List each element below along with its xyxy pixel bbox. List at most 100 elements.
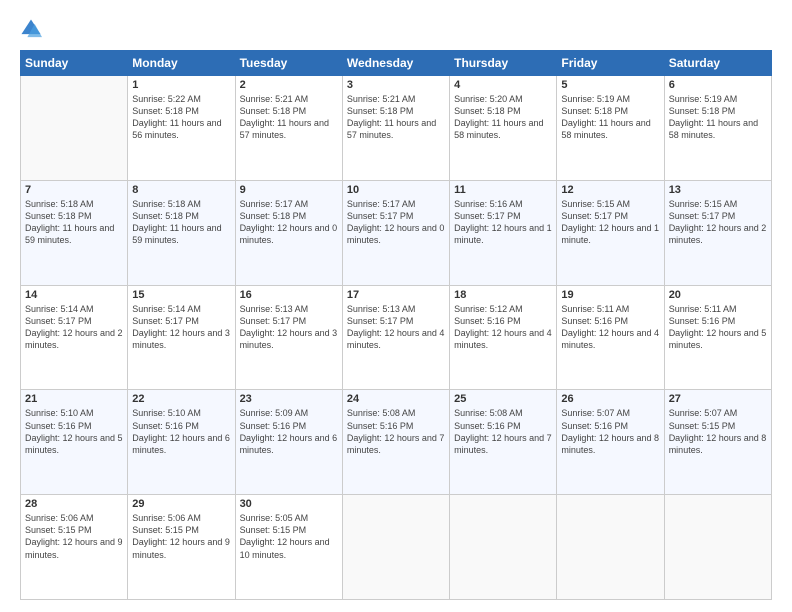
cell-info: Sunrise: 5:21 AMSunset: 5:18 PMDaylight:… [347, 93, 445, 142]
calendar-cell: 24 Sunrise: 5:08 AMSunset: 5:16 PMDayligh… [342, 390, 449, 495]
cell-info: Sunrise: 5:15 AMSunset: 5:17 PMDaylight:… [561, 198, 659, 247]
cell-info: Sunrise: 5:11 AMSunset: 5:16 PMDaylight:… [669, 303, 767, 352]
day-header-wednesday: Wednesday [342, 51, 449, 76]
calendar-week-row: 21 Sunrise: 5:10 AMSunset: 5:16 PMDayligh… [21, 390, 772, 495]
cell-info: Sunrise: 5:13 AMSunset: 5:17 PMDaylight:… [240, 303, 338, 352]
calendar-cell: 16 Sunrise: 5:13 AMSunset: 5:17 PMDayligh… [235, 285, 342, 390]
logo-icon [20, 18, 42, 40]
day-number: 9 [240, 184, 338, 196]
calendar-cell: 5 Sunrise: 5:19 AMSunset: 5:18 PMDaylight… [557, 76, 664, 181]
cell-info: Sunrise: 5:22 AMSunset: 5:18 PMDaylight:… [132, 93, 230, 142]
day-number: 23 [240, 393, 338, 405]
day-number: 21 [25, 393, 123, 405]
calendar-table: SundayMondayTuesdayWednesdayThursdayFrid… [20, 50, 772, 600]
day-number: 24 [347, 393, 445, 405]
cell-info: Sunrise: 5:18 AMSunset: 5:18 PMDaylight:… [25, 198, 123, 247]
cell-info: Sunrise: 5:07 AMSunset: 5:15 PMDaylight:… [669, 407, 767, 456]
cell-info: Sunrise: 5:19 AMSunset: 5:18 PMDaylight:… [561, 93, 659, 142]
cell-info: Sunrise: 5:11 AMSunset: 5:16 PMDaylight:… [561, 303, 659, 352]
cell-info: Sunrise: 5:16 AMSunset: 5:17 PMDaylight:… [454, 198, 552, 247]
calendar-cell: 3 Sunrise: 5:21 AMSunset: 5:18 PMDaylight… [342, 76, 449, 181]
day-number: 8 [132, 184, 230, 196]
calendar-cell: 15 Sunrise: 5:14 AMSunset: 5:17 PMDayligh… [128, 285, 235, 390]
day-number: 30 [240, 498, 338, 510]
calendar-cell: 8 Sunrise: 5:18 AMSunset: 5:18 PMDaylight… [128, 180, 235, 285]
day-header-sunday: Sunday [21, 51, 128, 76]
cell-info: Sunrise: 5:08 AMSunset: 5:16 PMDaylight:… [347, 407, 445, 456]
logo [20, 18, 46, 40]
calendar-cell: 18Sunrise: 5:12 AMSunset: 5:16 PMDayligh… [450, 285, 557, 390]
day-number: 25 [454, 393, 552, 405]
calendar-cell: 17Sunrise: 5:13 AMSunset: 5:17 PMDayligh… [342, 285, 449, 390]
calendar-cell: 10 Sunrise: 5:17 AMSunset: 5:17 PMDayligh… [342, 180, 449, 285]
cell-info: Sunrise: 5:19 AMSunset: 5:18 PMDaylight:… [669, 93, 767, 142]
day-number: 19 [561, 289, 659, 301]
day-number: 6 [669, 79, 767, 91]
cell-info: Sunrise: 5:14 AMSunset: 5:17 PMDaylight:… [132, 303, 230, 352]
cell-info: Sunrise: 5:10 AMSunset: 5:16 PMDaylight:… [25, 407, 123, 456]
calendar-cell: 28 Sunrise: 5:06 AMSunset: 5:15 PMDayligh… [21, 495, 128, 600]
calendar-cell: 19 Sunrise: 5:11 AMSunset: 5:16 PMDayligh… [557, 285, 664, 390]
cell-info: Sunrise: 5:09 AMSunset: 5:16 PMDaylight:… [240, 407, 338, 456]
cell-info: Sunrise: 5:07 AMSunset: 5:16 PMDaylight:… [561, 407, 659, 456]
cell-info: Sunrise: 5:15 AMSunset: 5:17 PMDaylight:… [669, 198, 767, 247]
calendar-cell: 26 Sunrise: 5:07 AMSunset: 5:16 PMDayligh… [557, 390, 664, 495]
day-number: 5 [561, 79, 659, 91]
calendar-cell: 29 Sunrise: 5:06 AMSunset: 5:15 PMDayligh… [128, 495, 235, 600]
cell-info: Sunrise: 5:18 AMSunset: 5:18 PMDaylight:… [132, 198, 230, 247]
cell-info: Sunrise: 5:17 AMSunset: 5:18 PMDaylight:… [240, 198, 338, 247]
cell-info: Sunrise: 5:14 AMSunset: 5:17 PMDaylight:… [25, 303, 123, 352]
calendar-week-row: 1 Sunrise: 5:22 AMSunset: 5:18 PMDaylight… [21, 76, 772, 181]
cell-info: Sunrise: 5:05 AMSunset: 5:15 PMDaylight:… [240, 512, 338, 561]
day-number: 11 [454, 184, 552, 196]
cell-info: Sunrise: 5:13 AMSunset: 5:17 PMDaylight:… [347, 303, 445, 352]
calendar-cell: 9 Sunrise: 5:17 AMSunset: 5:18 PMDaylight… [235, 180, 342, 285]
calendar-cell [342, 495, 449, 600]
calendar-week-row: 28 Sunrise: 5:06 AMSunset: 5:15 PMDayligh… [21, 495, 772, 600]
calendar-header-row: SundayMondayTuesdayWednesdayThursdayFrid… [21, 51, 772, 76]
day-header-tuesday: Tuesday [235, 51, 342, 76]
header [20, 18, 772, 40]
day-number: 2 [240, 79, 338, 91]
calendar-cell: 13 Sunrise: 5:15 AMSunset: 5:17 PMDayligh… [664, 180, 771, 285]
calendar-week-row: 14Sunrise: 5:14 AMSunset: 5:17 PMDayligh… [21, 285, 772, 390]
day-number: 26 [561, 393, 659, 405]
day-number: 13 [669, 184, 767, 196]
day-number: 27 [669, 393, 767, 405]
cell-info: Sunrise: 5:06 AMSunset: 5:15 PMDaylight:… [132, 512, 230, 561]
calendar-cell: 2 Sunrise: 5:21 AMSunset: 5:18 PMDaylight… [235, 76, 342, 181]
page: SundayMondayTuesdayWednesdayThursdayFrid… [0, 0, 792, 612]
day-header-monday: Monday [128, 51, 235, 76]
cell-info: Sunrise: 5:17 AMSunset: 5:17 PMDaylight:… [347, 198, 445, 247]
day-number: 16 [240, 289, 338, 301]
day-number: 1 [132, 79, 230, 91]
day-number: 22 [132, 393, 230, 405]
calendar-cell: 6 Sunrise: 5:19 AMSunset: 5:18 PMDaylight… [664, 76, 771, 181]
calendar-cell: 11 Sunrise: 5:16 AMSunset: 5:17 PMDayligh… [450, 180, 557, 285]
day-number: 15 [132, 289, 230, 301]
calendar-week-row: 7 Sunrise: 5:18 AMSunset: 5:18 PMDaylight… [21, 180, 772, 285]
day-header-friday: Friday [557, 51, 664, 76]
calendar-cell [21, 76, 128, 181]
day-header-thursday: Thursday [450, 51, 557, 76]
cell-info: Sunrise: 5:06 AMSunset: 5:15 PMDaylight:… [25, 512, 123, 561]
cell-info: Sunrise: 5:10 AMSunset: 5:16 PMDaylight:… [132, 407, 230, 456]
day-number: 7 [25, 184, 123, 196]
calendar-cell: 20Sunrise: 5:11 AMSunset: 5:16 PMDayligh… [664, 285, 771, 390]
calendar-cell: 14Sunrise: 5:14 AMSunset: 5:17 PMDayligh… [21, 285, 128, 390]
calendar-cell: 27 Sunrise: 5:07 AMSunset: 5:15 PMDayligh… [664, 390, 771, 495]
day-number: 3 [347, 79, 445, 91]
day-number: 10 [347, 184, 445, 196]
cell-info: Sunrise: 5:12 AMSunset: 5:16 PMDaylight:… [454, 303, 552, 352]
calendar-cell: 7 Sunrise: 5:18 AMSunset: 5:18 PMDaylight… [21, 180, 128, 285]
cell-info: Sunrise: 5:21 AMSunset: 5:18 PMDaylight:… [240, 93, 338, 142]
day-number: 28 [25, 498, 123, 510]
calendar-cell: 21 Sunrise: 5:10 AMSunset: 5:16 PMDayligh… [21, 390, 128, 495]
calendar-cell [557, 495, 664, 600]
cell-info: Sunrise: 5:08 AMSunset: 5:16 PMDaylight:… [454, 407, 552, 456]
day-number: 29 [132, 498, 230, 510]
calendar-cell: 25 Sunrise: 5:08 AMSunset: 5:16 PMDayligh… [450, 390, 557, 495]
calendar-cell: 30 Sunrise: 5:05 AMSunset: 5:15 PMDayligh… [235, 495, 342, 600]
calendar-cell: 12Sunrise: 5:15 AMSunset: 5:17 PMDayligh… [557, 180, 664, 285]
day-number: 4 [454, 79, 552, 91]
